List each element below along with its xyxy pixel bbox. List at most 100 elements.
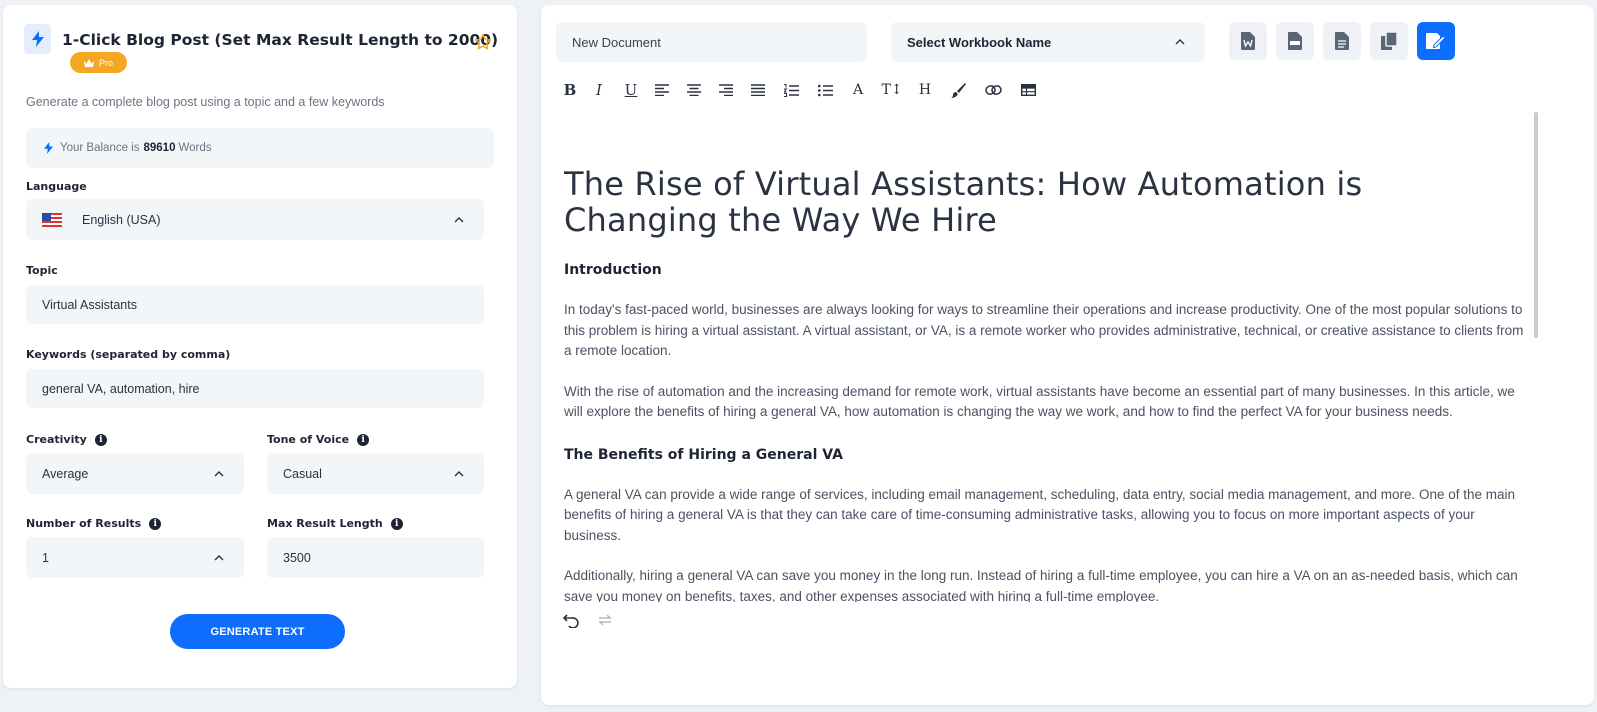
keywords-value: general VA, automation, hire xyxy=(42,381,200,396)
language-select[interactable]: English (USA) xyxy=(26,199,484,240)
topic-input[interactable]: Virtual Assistants xyxy=(26,285,484,324)
align-right-button[interactable] xyxy=(716,80,736,100)
creativity-label: Creativity i xyxy=(26,433,107,446)
section-heading: The Benefits of Hiring a General VA xyxy=(564,446,843,463)
language-label-text: Language xyxy=(26,180,87,193)
chevron-up-icon xyxy=(214,470,224,476)
pro-badge-label: Pro xyxy=(98,57,113,68)
section-heading: Introduction xyxy=(564,262,662,278)
copy-button[interactable] xyxy=(1370,22,1408,60)
redo-icon[interactable] xyxy=(597,612,613,628)
info-icon[interactable]: i xyxy=(94,433,107,446)
info-icon[interactable]: i xyxy=(357,433,370,446)
paragraph: Additionally, hiring a general VA can sa… xyxy=(564,568,1518,602)
bolt-icon xyxy=(24,24,51,54)
ordered-list-button[interactable] xyxy=(781,80,801,100)
chevron-up-icon xyxy=(1175,39,1185,45)
align-center-button[interactable] xyxy=(684,80,704,100)
table-icon xyxy=(1020,84,1036,96)
language-value: English (USA) xyxy=(82,212,161,227)
maxlen-label: Max Result Length i xyxy=(267,517,403,530)
save-icon xyxy=(1426,33,1446,49)
balance-prefix: Your Balance is xyxy=(60,142,140,154)
font-color-button[interactable]: A xyxy=(848,80,868,100)
keywords-label-text: Keywords (separated by comma) xyxy=(26,348,231,361)
paragraph: A general VA can provide a wide range of… xyxy=(564,486,1516,543)
results-label: Number of Results i xyxy=(26,517,162,530)
underline-button[interactable]: U xyxy=(621,80,641,100)
export-txt-button[interactable] xyxy=(1323,22,1361,60)
results-value: 1 xyxy=(42,550,49,565)
align-left-icon xyxy=(655,84,669,96)
creativity-label-text: Creativity xyxy=(26,433,87,446)
workbook-placeholder: Select Workbook Name xyxy=(907,34,1052,50)
highlight-button[interactable] xyxy=(948,80,968,100)
table-button[interactable] xyxy=(1018,80,1038,100)
tone-select[interactable]: Casual xyxy=(267,453,484,494)
save-document-button[interactable] xyxy=(1417,22,1455,60)
document-name-input[interactable]: New Document xyxy=(556,22,867,62)
bullet-list-button[interactable] xyxy=(815,80,835,100)
paragraph: In today's fast-paced world, businesses … xyxy=(564,302,1524,358)
crown-icon xyxy=(83,58,94,67)
tone-value: Casual xyxy=(283,466,322,481)
link-button[interactable] xyxy=(983,80,1003,100)
info-icon[interactable]: i xyxy=(390,517,403,530)
maxlen-value: 3500 xyxy=(283,550,311,565)
chevron-up-icon xyxy=(454,470,464,476)
balance-suffix: Words xyxy=(178,142,212,154)
font-size-button[interactable]: T↕ xyxy=(880,80,904,100)
chevron-up-icon xyxy=(454,216,464,222)
workbook-select[interactable]: Select Workbook Name xyxy=(891,22,1205,62)
bolt-icon xyxy=(44,142,53,154)
creativity-select[interactable]: Average xyxy=(26,453,244,494)
maxlen-input[interactable]: 3500 xyxy=(267,537,484,578)
language-label: Language xyxy=(26,180,87,193)
topic-value: Virtual Assistants xyxy=(42,297,137,312)
chevron-up-icon xyxy=(214,554,224,560)
align-left-button[interactable] xyxy=(652,80,672,100)
tone-label: Tone of Voice i xyxy=(267,433,370,446)
align-right-icon xyxy=(719,84,733,96)
txt-icon xyxy=(1335,32,1349,50)
italic-button[interactable]: I xyxy=(589,80,609,100)
export-pdf-button[interactable] xyxy=(1276,22,1314,60)
link-icon xyxy=(984,85,1002,95)
justify-button[interactable] xyxy=(748,80,768,100)
tool-title: 1-Click Blog Post (Set Max Result Length… xyxy=(62,31,499,49)
pdf-icon xyxy=(1288,32,1302,50)
topic-label-text: Topic xyxy=(26,264,58,277)
ordered-list-icon xyxy=(783,83,799,97)
us-flag-icon xyxy=(42,212,62,227)
creativity-value: Average xyxy=(42,466,89,481)
word-icon xyxy=(1241,32,1255,50)
editor-scrollbar[interactable] xyxy=(1534,112,1538,338)
bullet-list-icon xyxy=(817,84,833,96)
copy-icon xyxy=(1381,32,1397,50)
export-word-button[interactable] xyxy=(1229,22,1267,60)
heading-button[interactable]: H xyxy=(915,80,935,100)
topic-label: Topic xyxy=(26,264,58,277)
justify-icon xyxy=(751,84,765,96)
tool-description: Generate a complete blog post using a to… xyxy=(26,95,385,109)
document-title: The Rise of Virtual Assistants: How Auto… xyxy=(564,165,1363,239)
maxlen-label-text: Max Result Length xyxy=(267,517,383,530)
info-icon[interactable]: i xyxy=(149,517,162,530)
paint-brush-icon xyxy=(950,82,966,98)
balance-box: Your Balance is 89610 Words xyxy=(26,128,494,168)
star-icon[interactable] xyxy=(474,33,492,51)
keywords-label: Keywords (separated by comma) xyxy=(26,348,230,361)
tone-label-text: Tone of Voice xyxy=(267,433,350,446)
undo-icon[interactable] xyxy=(563,612,579,628)
generate-text-button[interactable]: GENERATE TEXT xyxy=(170,614,345,649)
balance-value: 89610 xyxy=(143,142,176,154)
paragraph: With the rise of automation and the incr… xyxy=(564,383,1515,420)
pro-badge: Pro xyxy=(70,52,127,73)
document-name-value: New Document xyxy=(572,34,661,50)
results-label-text: Number of Results xyxy=(26,517,142,530)
bold-button[interactable]: B xyxy=(560,80,580,100)
keywords-input[interactable]: general VA, automation, hire xyxy=(26,369,484,408)
document-editor[interactable]: The Rise of Virtual Assistants: How Auto… xyxy=(564,110,1526,602)
align-center-icon xyxy=(687,84,701,96)
results-select[interactable]: 1 xyxy=(26,537,244,578)
